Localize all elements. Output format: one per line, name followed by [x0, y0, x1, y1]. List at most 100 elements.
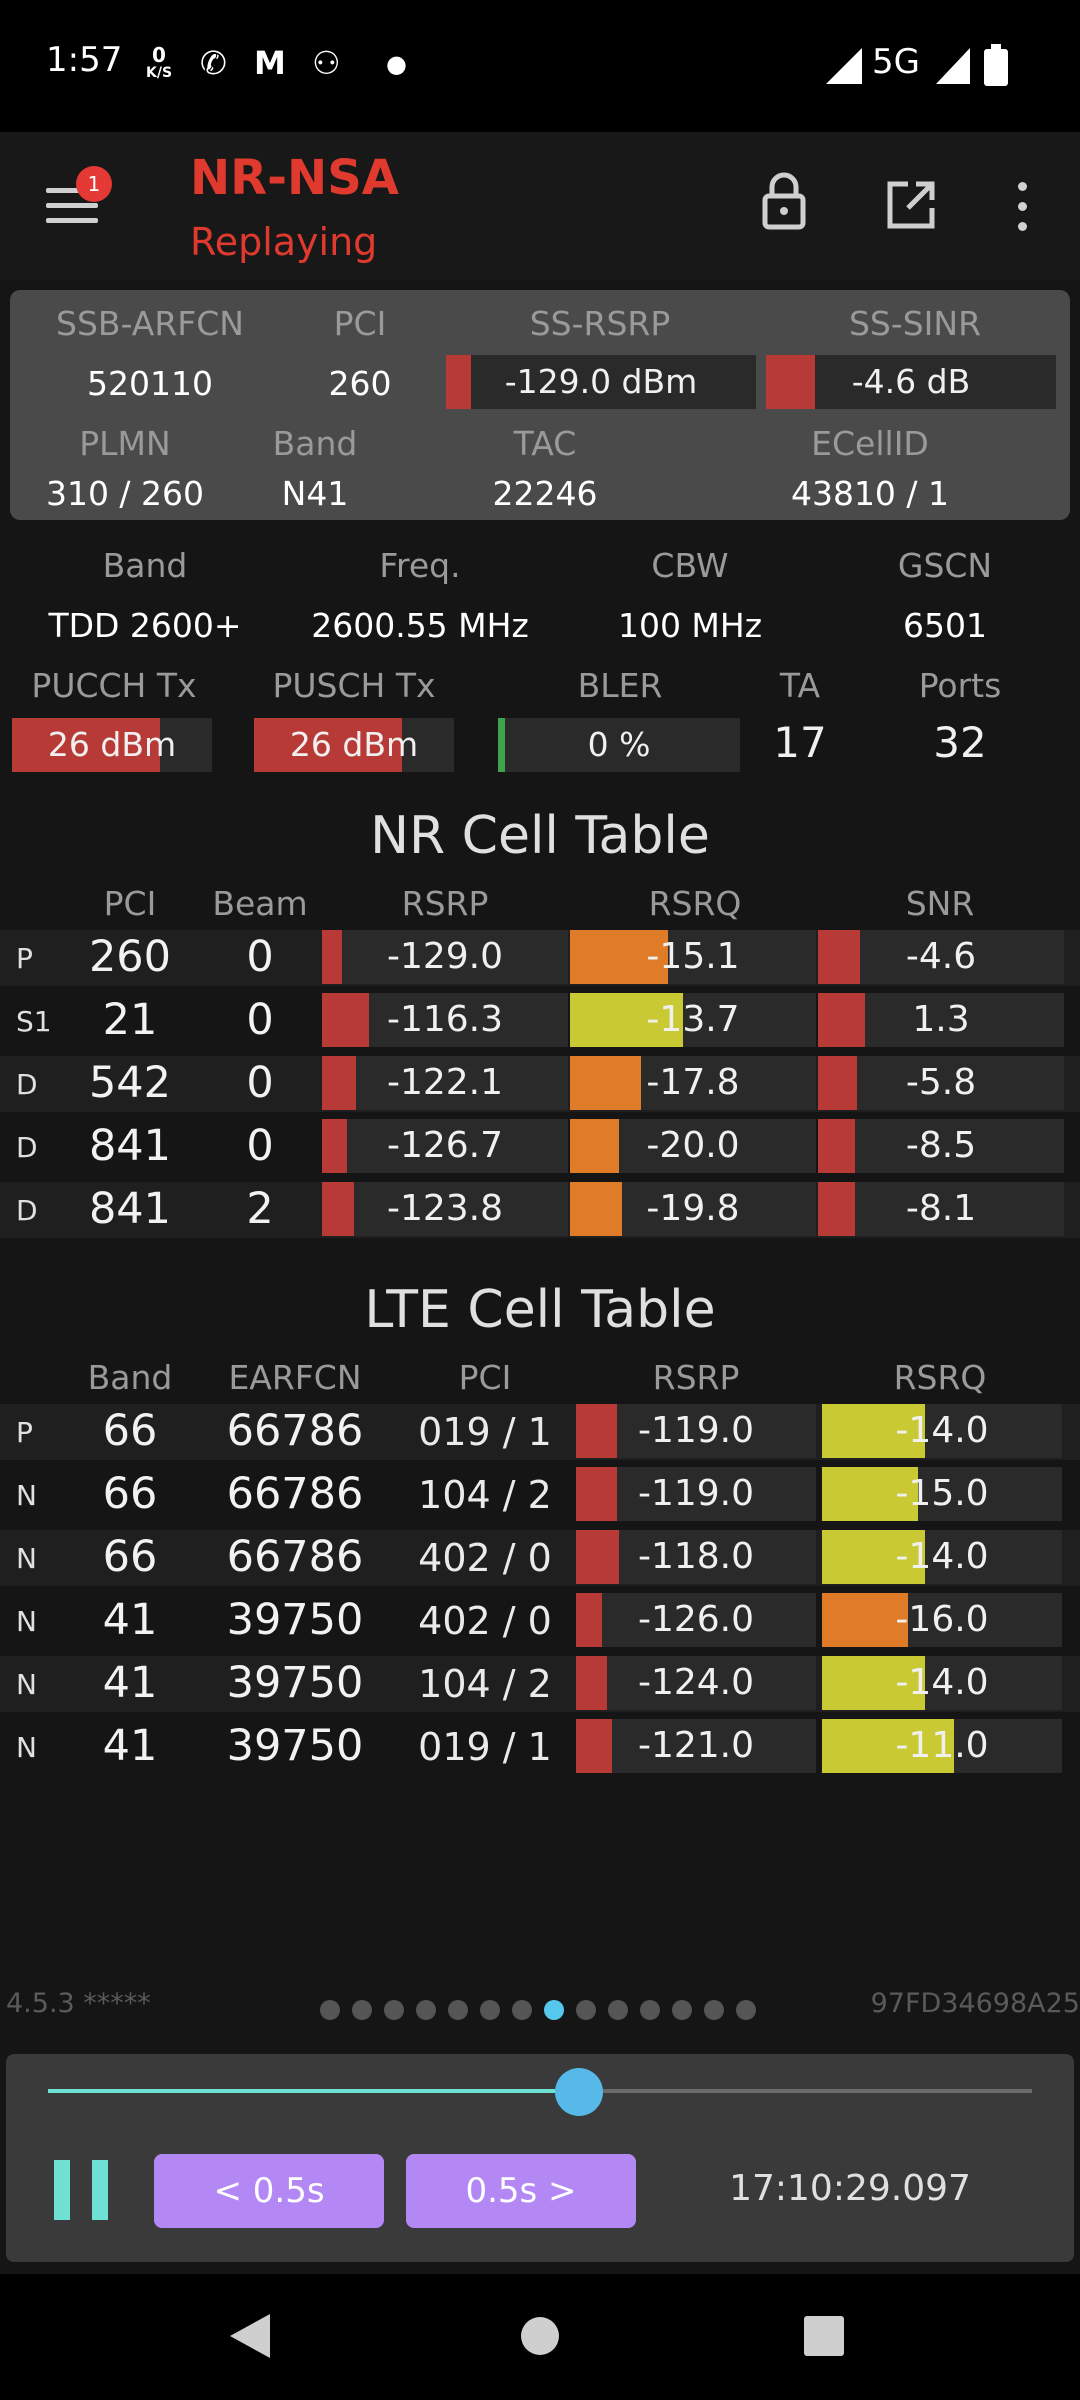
ss-sinr-bar: -4.6 dB	[766, 355, 1056, 409]
bler-label: BLER	[577, 666, 663, 705]
lte-band-cell: 66	[102, 1532, 158, 1582]
nr-rsrq-header: RSRQ	[648, 884, 742, 923]
more-options-icon[interactable]	[1010, 180, 1034, 234]
nr-rsrq-bar: -15.1	[570, 930, 816, 984]
back-icon[interactable]	[230, 2314, 270, 2358]
lte-earfcn-cell: 66786	[226, 1469, 364, 1519]
dot-icon: ●	[386, 50, 407, 78]
step-back-button[interactable]: < 0.5s	[154, 2154, 384, 2228]
nr-rsrp-value: -116.3	[386, 999, 504, 1040]
page-dot[interactable]	[320, 2000, 340, 2020]
nr-snr-header: SNR	[905, 884, 975, 923]
nr-gscn-value: 6501	[903, 606, 987, 645]
lte-rsrq-value: -15.0	[895, 1473, 989, 1514]
nr-rsrp-bar: -122.1	[322, 1056, 568, 1110]
gmail-icon: M	[254, 44, 286, 82]
bler-value: 0 %	[587, 725, 651, 764]
ss-rsrp-value: -129.0 dBm	[504, 362, 698, 401]
page-dot[interactable]	[672, 2000, 692, 2020]
pause-icon[interactable]	[54, 2160, 108, 2220]
lte-pci-cell: 402 / 0	[418, 1536, 552, 1580]
home-icon[interactable]	[520, 2316, 560, 2356]
nr-rsrq-bar: -20.0	[570, 1119, 816, 1173]
nr-snr-bar: -5.8	[818, 1056, 1064, 1110]
page-dot[interactable]	[640, 2000, 660, 2020]
step-forward-button[interactable]: 0.5s >	[406, 2154, 636, 2228]
bler-bar: 0 %	[498, 718, 740, 772]
page-title: NR-NSA	[190, 150, 399, 206]
lte-rsrq-value: -14.0	[895, 1410, 989, 1451]
signal-icon	[826, 48, 862, 84]
nr-gscn-label: GSCN	[897, 546, 993, 585]
pucch-label: PUCCH Tx	[31, 666, 197, 705]
row-type-tag: D	[16, 1194, 38, 1227]
ecellid-value: 43810 / 1	[790, 474, 950, 513]
nr-beam-cell: 2	[246, 1184, 274, 1234]
lte-band-cell: 66	[102, 1406, 158, 1456]
nr-rsrp-bar: -116.3	[322, 993, 568, 1047]
row-type-tag: N	[16, 1668, 37, 1701]
lte-rsrq-bar: -14.0	[822, 1404, 1062, 1458]
tac-value: 22246	[492, 474, 598, 513]
ss-sinr-label: SS-SINR	[848, 304, 982, 343]
plmn-value: 310 / 260	[45, 474, 205, 513]
lte-earfcn-cell: 39750	[226, 1595, 364, 1645]
page-dot[interactable]	[384, 2000, 404, 2020]
replay-seek-progress	[48, 2089, 580, 2093]
lte-rsrp-header: RSRP	[652, 1358, 740, 1397]
page-dot[interactable]	[704, 2000, 724, 2020]
lte-band-header: Band	[87, 1358, 173, 1397]
band-label: Band	[272, 424, 358, 463]
ss-rsrp-bar: -129.0 dBm	[446, 355, 756, 409]
nr-rsrp-bar: -126.7	[322, 1119, 568, 1173]
lte-rsrq-header: RSRQ	[893, 1358, 987, 1397]
page-dot[interactable]	[576, 2000, 596, 2020]
page-dot-active[interactable]	[544, 2000, 564, 2020]
nr-beam-header: Beam	[212, 884, 308, 923]
nr-pci-header: PCI	[103, 884, 157, 923]
lte-rsrp-value: -121.0	[637, 1725, 755, 1766]
lte-cell-table-title: LTE Cell Table	[364, 1280, 716, 1340]
page-dot[interactable]	[736, 2000, 756, 2020]
page-dot[interactable]	[512, 2000, 532, 2020]
nr-snr-value: -8.5	[905, 1125, 977, 1166]
net-speed-value: 0	[152, 43, 166, 67]
page-dot[interactable]	[416, 2000, 436, 2020]
nr-rsrq-value: -15.1	[646, 936, 740, 977]
nr-rsrp-bar: -129.0	[322, 930, 568, 984]
lte-rsrp-bar: -118.0	[576, 1530, 816, 1584]
lte-rsrp-value: -119.0	[637, 1473, 755, 1514]
ta-label: TA	[779, 666, 821, 705]
lte-rsrp-bar: -124.0	[576, 1656, 816, 1710]
lte-earfcn-cell: 39750	[226, 1658, 364, 1708]
lte-rsrp-value: -119.0	[637, 1410, 755, 1451]
open-external-icon[interactable]	[886, 180, 936, 230]
row-type-tag: N	[16, 1605, 37, 1638]
lte-rsrp-value: -118.0	[637, 1536, 755, 1577]
nr-rsrq-value: -13.7	[646, 999, 740, 1040]
page-dot[interactable]	[352, 2000, 372, 2020]
ss-sinr-value: -4.6 dB	[851, 362, 971, 401]
lte-rsrq-value: -11.0	[895, 1725, 989, 1766]
recents-icon[interactable]	[804, 2316, 844, 2356]
lock-icon[interactable]	[762, 172, 806, 230]
page-dot[interactable]	[480, 2000, 500, 2020]
lte-rsrq-bar: -15.0	[822, 1467, 1062, 1521]
arfcn-label: SSB-ARFCN	[56, 304, 244, 343]
lte-rsrq-bar: -14.0	[822, 1656, 1062, 1710]
nr-rsrp-value: -129.0	[386, 936, 504, 977]
pci-value: 260	[328, 364, 392, 403]
row-type-tag: P	[16, 942, 33, 975]
battery-icon	[984, 44, 1008, 86]
page-dot[interactable]	[608, 2000, 628, 2020]
signal-icon	[936, 48, 970, 84]
row-type-tag: N	[16, 1542, 37, 1575]
lte-band-cell: 41	[102, 1721, 158, 1771]
lte-rsrq-bar: -11.0	[822, 1719, 1062, 1773]
nr-pci-cell: 542	[88, 1058, 172, 1108]
nr-snr-bar: -4.6	[818, 930, 1064, 984]
nr-rsrq-value: -19.8	[646, 1188, 740, 1229]
page-dot[interactable]	[448, 2000, 468, 2020]
nr-rsrp-header: RSRP	[401, 884, 489, 923]
lte-rsrp-bar: -126.0	[576, 1593, 816, 1647]
